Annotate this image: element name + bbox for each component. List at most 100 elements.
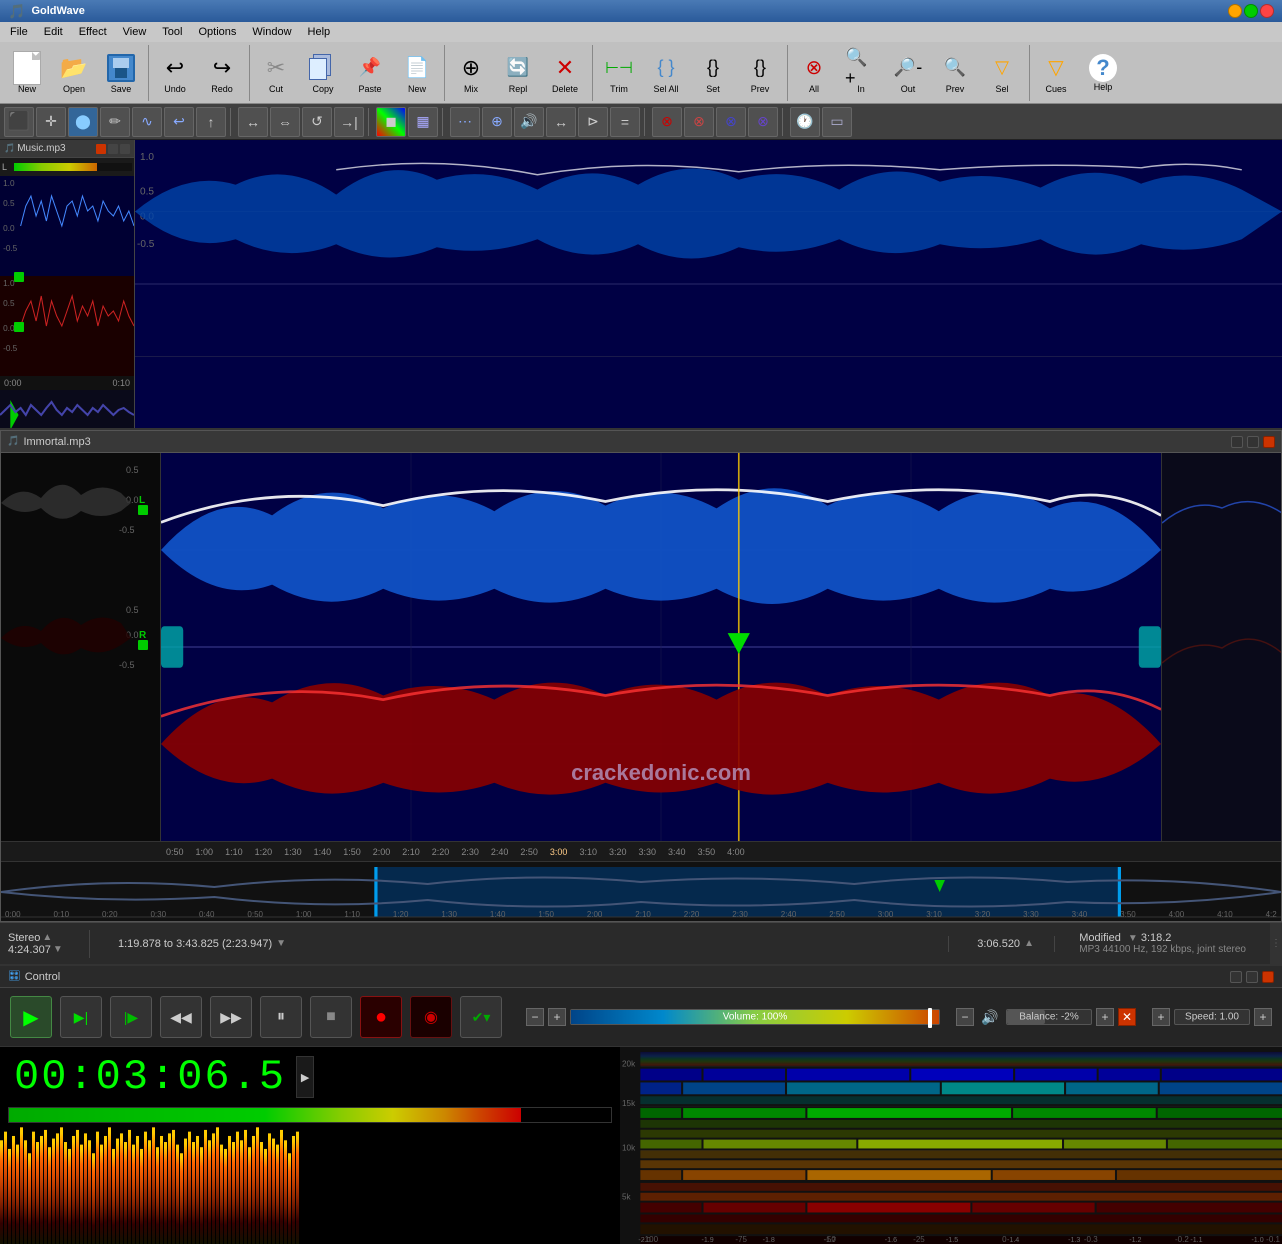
pan-btn[interactable]: ↔ [546,107,576,137]
pencil-btn[interactable]: ✏ [100,107,130,137]
toolbar-prev[interactable]: {} Prev [737,45,783,101]
clock-btn[interactable]: 🕐 [790,107,820,137]
speed-slider[interactable]: Speed: 1.00 [1174,1009,1250,1025]
toolbar-all[interactable]: ⊗ All [791,45,837,101]
fwd-btn[interactable]: ⊗ [716,107,746,137]
speed-plus-btn[interactable]: + [1254,1008,1272,1026]
record-button[interactable]: ● [360,996,402,1038]
record-sel-button[interactable]: ◉ [410,996,452,1038]
menu-options[interactable]: Options [190,24,244,40]
zoom-wave-btn[interactable]: ↩ [164,107,194,137]
toolbar-mix[interactable]: ⊕ Mix [448,45,494,101]
rev2-btn[interactable]: ⊗ [684,107,714,137]
status-duration-arrow[interactable]: ▼ [53,944,63,955]
vol-minus-btn[interactable]: − [526,1008,544,1026]
select-btn[interactable]: ⬤ [68,107,98,137]
pause-button[interactable]: ⏸ [260,996,302,1038]
immortal-min-btn[interactable] [1231,436,1243,448]
music-min-btn[interactable] [108,144,118,154]
menu-effect[interactable]: Effect [71,24,115,40]
volume-slider[interactable]: Volume: 100% [570,1009,940,1025]
menu-tool[interactable]: Tool [154,24,190,40]
music-close-btn[interactable] [96,144,106,154]
toolbar-open[interactable]: 📂 Open [51,45,97,101]
toolbar-copy[interactable]: Copy [300,45,346,101]
toolbar-new[interactable]: New [4,45,50,101]
immortal-max-btn[interactable] [1247,436,1259,448]
status-pos-arrow[interactable]: ▲ [1024,938,1034,949]
fx1-btn[interactable]: ⋯ [450,107,480,137]
toolbar-cut[interactable]: ✂ Cut [253,45,299,101]
speed-minus-btn[interactable]: + [1152,1008,1170,1026]
bal-plus-btn[interactable]: + [1096,1008,1114,1026]
immortal-close-btn[interactable] [1263,436,1275,448]
info-btn[interactable]: ▭ [822,107,852,137]
toolbar-replace[interactable]: 🔄 Repl [495,45,541,101]
fwd2-btn[interactable]: ⊗ [748,107,778,137]
expand-btn[interactable]: ↔ [238,107,268,137]
toolbar-trim[interactable]: ⊢⊣ Trim [596,45,642,101]
all-label: All [809,84,819,94]
toolbar-save[interactable]: Save [98,45,144,101]
bal-reset-btn[interactable]: ✕ [1118,1008,1136,1026]
toolbar-undo[interactable]: ↩ Undo [152,45,198,101]
bal-minus-btn[interactable]: − [956,1008,974,1026]
toolbar-set[interactable]: {} Set [690,45,736,101]
rewind-button[interactable]: ◀◀ [160,996,202,1038]
loop-btn[interactable]: ↺ [302,107,332,137]
color-btn[interactable]: ◼ [376,107,406,137]
fade2-btn[interactable]: ⊳ [578,107,608,137]
rev-btn[interactable]: ⊗ [652,107,682,137]
menu-help[interactable]: Help [300,24,339,40]
wave-btn[interactable]: ∿ [132,107,162,137]
toolbar-sel-zoom[interactable]: ▽ Sel [979,45,1025,101]
status-modified-arrow[interactable]: ▼ [1128,933,1138,944]
confirm-button[interactable]: ✔▾ [460,996,502,1038]
play-button[interactable]: ▶ [10,996,52,1038]
menu-view[interactable]: View [115,24,155,40]
toolbar-zoomprev[interactable]: 🔍 Prev [932,45,978,101]
fx2-btn[interactable]: ⊕ [482,107,512,137]
toolbar-zoomout[interactable]: 🔎- Out [885,45,931,101]
compress-btn[interactable]: ⇔ [270,107,300,137]
immortal-main-waveform[interactable]: crackedonic.com [161,453,1161,841]
move-btn[interactable]: ✛ [36,107,66,137]
stop-btn[interactable]: ⬛ [4,107,34,137]
menu-window[interactable]: Window [244,24,299,40]
balance-slider[interactable]: Balance: -2% [1006,1009,1092,1025]
timer-arrow[interactable]: ▶ [296,1056,314,1098]
toolbar-delete[interactable]: ✕ Delete [542,45,588,101]
menu-file[interactable]: File [2,24,36,40]
close-button[interactable] [1260,4,1274,18]
stop-button[interactable]: ■ [310,996,352,1038]
toolbar-selall[interactable]: { } Sel All [643,45,689,101]
status-mode-arrow[interactable]: ▲ [42,932,52,943]
trim-btn[interactable]: →| [334,107,364,137]
maximize-button[interactable] [1244,4,1258,18]
volume-btn[interactable]: 🔊 [514,107,544,137]
toolbar-cues[interactable]: ▽ Cues [1033,45,1079,101]
music-max-btn[interactable] [120,144,130,154]
toolbar-redo[interactable]: ↪ Redo [199,45,245,101]
toolbar-zoomin[interactable]: 🔍+ In [838,45,884,101]
menu-edit[interactable]: Edit [36,24,71,40]
immortal-window: 🎵 Immortal.mp3 0.5 [0,430,1282,922]
status-sel-arrow[interactable]: ▼ [276,938,286,949]
forward-button[interactable]: ▶▶ [210,996,252,1038]
play-selection-button[interactable]: ▶| [60,996,102,1038]
toolbar-help[interactable]: ? Help [1080,45,1126,101]
ctrl-min-btn[interactable] [1230,971,1242,983]
music-main-waveform[interactable]: 1.0 0.5 0.0 -0.5 [135,140,1282,428]
vol-plus-btn[interactable]: + [548,1008,566,1026]
ctrl-close-btn[interactable] [1262,971,1274,983]
fade-btn[interactable]: ▦ [408,107,438,137]
toolbar-new2[interactable]: 📄 New [394,45,440,101]
cursor-btn[interactable]: ↑ [196,107,226,137]
eq-btn[interactable]: = [610,107,640,137]
ctrl-max-btn[interactable] [1246,971,1258,983]
play-to-button[interactable]: |▶ [110,996,152,1038]
volume-handle[interactable] [928,1008,932,1028]
toolbar-paste[interactable]: 📌 Paste [347,45,393,101]
status-resize-handle[interactable]: ⋮ [1270,923,1282,965]
minimize-button[interactable] [1228,4,1242,18]
